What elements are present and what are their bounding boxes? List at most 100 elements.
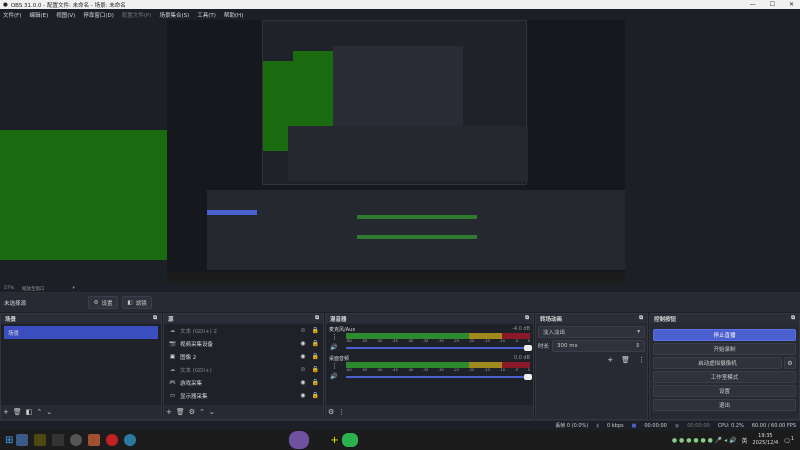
meter-tick: -55 [361,339,368,343]
scene-filters-button[interactable]: ◧ [26,408,33,416]
remove-scene-button[interactable]: 🗑 [13,408,22,416]
zoom-mode-dropdown[interactable]: 缩放至窗口 [22,286,45,292]
move-up-button[interactable]: ⌃ [199,408,205,416]
eye-icon[interactable]: ◉ [300,379,305,386]
add-transition-button[interactable]: + [607,356,613,364]
lock-icon[interactable]: 🔒 [312,379,319,386]
transition-menu-button[interactable]: ⋮ [638,356,645,364]
add-source-button[interactable]: + [166,408,172,416]
undock-icon[interactable]: ⧉ [791,315,795,322]
menu-scene-collection[interactable]: 场景集合(S) [159,11,189,19]
remove-source-button[interactable]: 🗑 [176,408,185,416]
duration-spinbox[interactable]: 300 ms ⇕ [552,340,645,352]
steam-taskbar-icon[interactable] [16,434,29,446]
source-item[interactable]: 🎮 游戏采集 ◉ 🔒 [164,376,323,389]
scenes-title: 场景 [5,316,17,323]
volume-slider[interactable] [346,344,532,351]
menu-tools[interactable]: 工具(T) [197,11,216,19]
menu-help[interactable]: 帮助(H) [224,11,243,19]
studio-mode-button[interactable]: 工作室模式 [653,371,796,383]
clock[interactable]: 19:35 2025/12/4 [753,433,779,447]
minimize-button[interactable]: — [750,1,756,8]
eye-hidden-icon[interactable]: ⊘ [300,327,305,334]
wechat-icon[interactable] [341,433,358,447]
obs-taskbar-icon[interactable] [70,434,83,446]
move-down-button[interactable]: ⌄ [46,408,52,416]
fps: 60.00 / 60.00 FPS [751,422,796,429]
undock-icon[interactable]: ⧉ [525,315,529,322]
move-up-button[interactable]: ⌃ [36,408,42,416]
settings-button[interactable]: 设置 [653,385,796,397]
channel-menu-button[interactable]: ⋮ [331,333,338,341]
mixer-menu-button[interactable]: ⋮ [338,408,345,416]
meter-tick: -45 [391,368,398,372]
app-taskbar-icon[interactable] [52,434,65,446]
menu-view[interactable]: 视图(V) [56,11,75,19]
virtual-camera-settings-gear-icon[interactable]: ⚙ [784,357,796,369]
unlock-icon[interactable]: 🔒 [312,353,319,360]
source-name: 显示器采集 [180,393,208,400]
add-scene-button[interactable]: + [3,408,9,416]
eye-icon[interactable]: ◉ [300,392,305,399]
transition-select[interactable]: 淡入淡出 ▾ [538,326,645,338]
source-filters-button[interactable]: ◧ 滤镜 [122,296,152,309]
exit-button[interactable]: 退出 [653,399,796,411]
unlock-icon[interactable]: 🔒 [312,366,319,373]
speaker-icon[interactable]: 🔊 [326,373,346,380]
start-recording-button[interactable]: 开始录制 [653,343,796,355]
source-properties-button[interactable]: ⚙ [189,408,195,416]
undock-icon[interactable]: ⧉ [639,315,643,322]
source-item[interactable]: ▭ 显示器采集 ◉ 🔒 [164,389,323,402]
eye-icon[interactable]: ◉ [300,340,305,347]
menu-edit[interactable]: 编辑(E) [29,11,48,19]
undock-icon[interactable]: ⧉ [315,315,319,322]
game-badge-icon[interactable] [289,431,310,449]
source-item[interactable]: 📷 视频采集设备 ◉ 🔒 [164,337,323,350]
app-taskbar-icon[interactable] [124,434,137,446]
volume-slider-handle[interactable] [524,373,532,380]
unlock-icon[interactable]: 🔒 [312,340,319,347]
source-item[interactable]: ☁ 文本 (GDI+) 2 ⊘ 🔒 [164,324,323,337]
meter-tick: -60 [346,339,352,343]
eye-hidden-icon[interactable]: ⊘ [300,366,305,373]
menu-docks[interactable]: 停靠窗口(D) [83,11,114,19]
windows-start-icon[interactable]: ⊞ [5,435,13,446]
start-virtual-camera-button[interactable]: 启动虚拟摄像机 [653,357,782,369]
ime-indicator[interactable]: 英 [742,436,748,445]
meter-tick: -5 [514,368,519,372]
notification-icon[interactable]: 🗨1 [783,436,794,445]
chevron-down-icon[interactable]: ▾ [73,286,75,291]
scene-item[interactable]: 场景 [4,326,158,339]
menu-profile[interactable]: 配置文件(P) [122,11,152,19]
no-source-label: 未选择源 [4,300,27,307]
app-taskbar-icon[interactable] [34,434,47,446]
meter-tick: -25 [453,368,460,372]
source-settings-button[interactable]: ⚙ 设置 [88,296,118,309]
source-toolbar: 未选择源 ⚙ 设置 ◧ 滤镜 [0,293,800,312]
taskbar: ⊞ + ● ● ● ● ● ● 🎤 ◂ 🔊 英 19:35 2025/12/4 🗨… [0,430,800,450]
volume-slider[interactable] [346,373,532,380]
app-taskbar-icon[interactable] [88,434,101,446]
eye-icon[interactable]: ◉ [300,353,305,360]
preview-canvas[interactable] [167,20,625,283]
remove-transition-button[interactable]: 🗑 [621,356,630,364]
advanced-audio-button[interactable]: ⚙ [328,408,334,416]
lock-icon[interactable]: 🔒 [312,392,319,399]
close-button[interactable]: ✕ [789,1,794,8]
volume-slider-handle[interactable] [524,344,532,351]
move-down-button[interactable]: ⌄ [209,408,215,416]
stop-streaming-button[interactable]: 停止直播 [653,329,796,341]
meter-tick: -20 [468,368,475,372]
menu-file[interactable]: 文件(F) [3,11,21,19]
app-taskbar-icon[interactable] [106,434,119,446]
source-item[interactable]: ▣ 图像 2 ◉ 🔒 [164,350,323,363]
source-item[interactable]: ☁ 文本 (GDI+) ⊘ 🔒 [164,363,323,376]
unlock-icon[interactable]: 🔒 [312,327,319,334]
undock-icon[interactable]: ⧉ [153,315,157,322]
tray-icons[interactable]: ● ● ● ● ● ● 🎤 ◂ 🔊 [672,437,737,444]
controls-title: 控制按钮 [654,316,677,323]
speaker-icon[interactable]: 🔊 [326,344,346,351]
channel-menu-button[interactable]: ⋮ [331,362,338,370]
maximize-button[interactable]: ☐ [770,1,775,8]
meter-tick: -5 [514,339,519,343]
